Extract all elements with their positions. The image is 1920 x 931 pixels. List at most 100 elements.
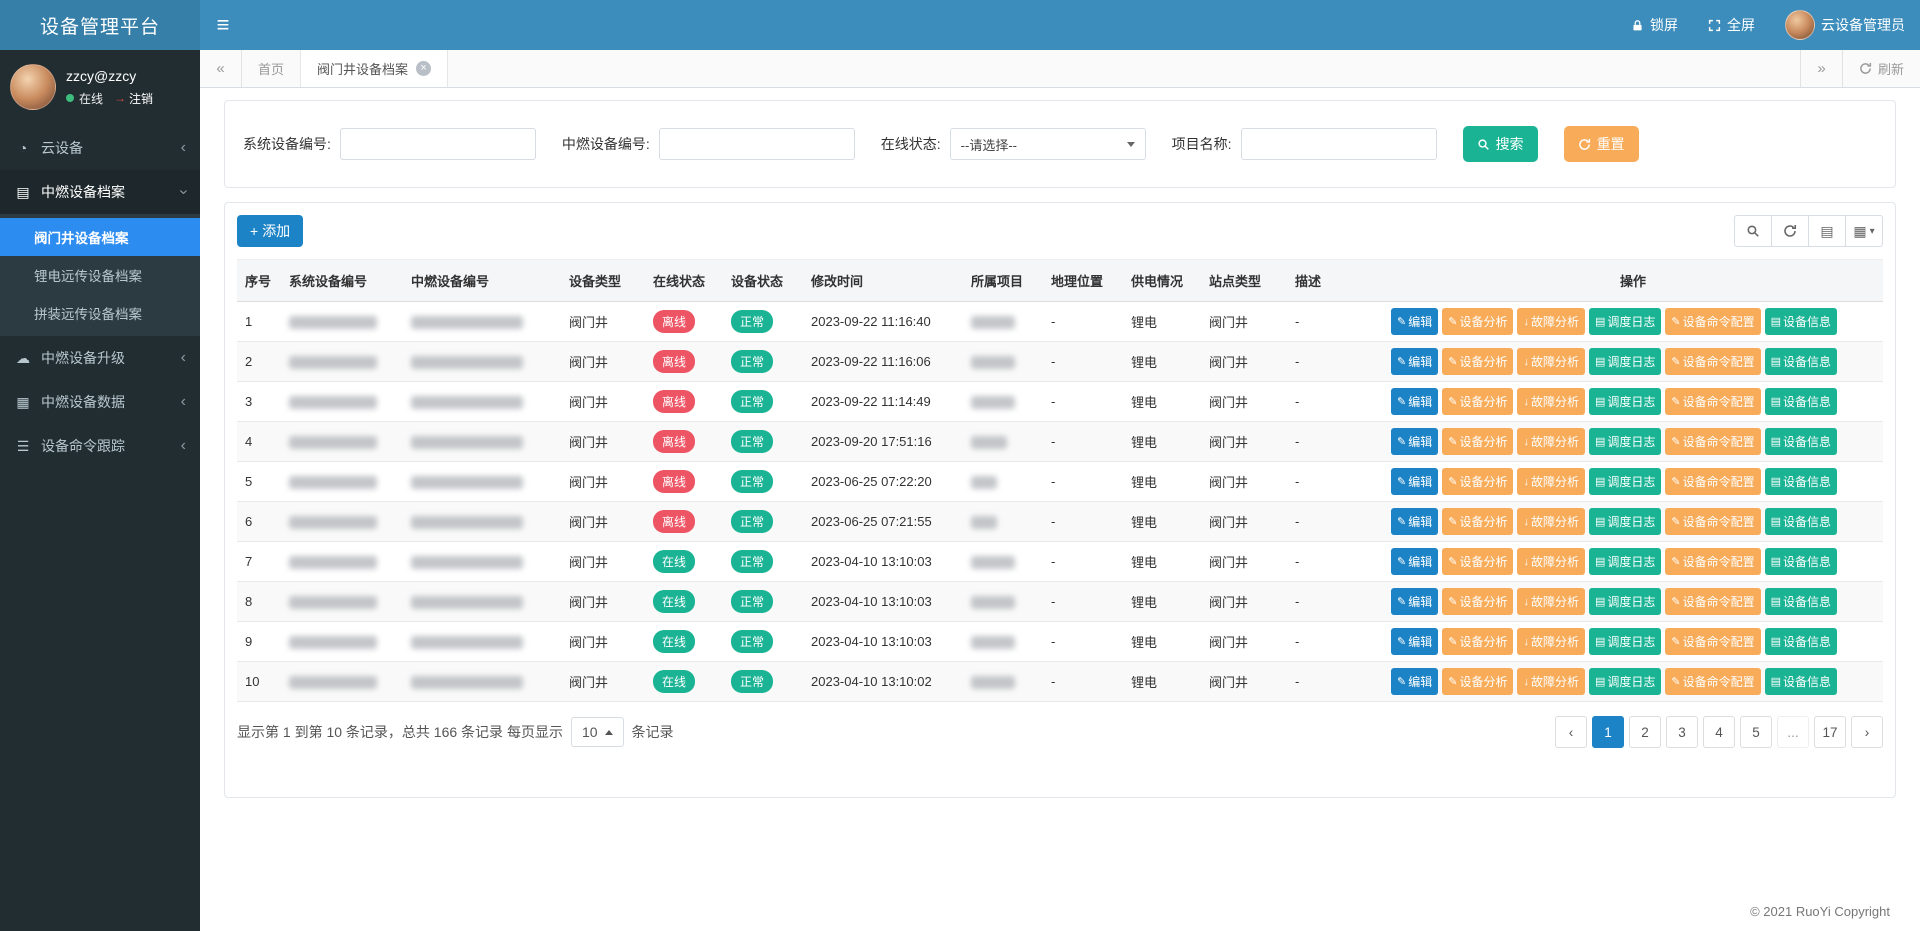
edit-button[interactable]: ✎编辑 bbox=[1391, 588, 1438, 615]
tabs-scroll-left-button[interactable]: « bbox=[200, 50, 242, 87]
fault-analysis-button[interactable]: ↓故障分析 bbox=[1517, 428, 1585, 455]
column-header[interactable]: 设备状态 bbox=[723, 260, 803, 302]
column-header[interactable]: 所属项目 bbox=[963, 260, 1043, 302]
column-header[interactable]: 站点类型 bbox=[1201, 260, 1287, 302]
device-info-button[interactable]: ▤设备信息 bbox=[1765, 468, 1837, 495]
online-status-select[interactable]: --请选择-- bbox=[950, 128, 1146, 160]
device-analysis-button[interactable]: ✎设备分析 bbox=[1442, 668, 1513, 695]
device-command-config-button[interactable]: ✎设备命令配置 bbox=[1665, 668, 1760, 695]
table-search-button[interactable] bbox=[1734, 215, 1772, 247]
pagination-page[interactable]: ... bbox=[1777, 716, 1809, 748]
column-header[interactable]: 修改时间 bbox=[803, 260, 963, 302]
fault-analysis-button[interactable]: ↓故障分析 bbox=[1517, 628, 1585, 655]
fault-analysis-button[interactable]: ↓故障分析 bbox=[1517, 388, 1585, 415]
edit-button[interactable]: ✎编辑 bbox=[1391, 428, 1438, 455]
device-info-button[interactable]: ▤设备信息 bbox=[1765, 348, 1837, 375]
sys-device-id-input[interactable] bbox=[340, 128, 536, 160]
sidebar-item-command-track[interactable]: ☰ 设备命令跟踪 ‹ bbox=[0, 424, 200, 468]
pagination-page[interactable]: 1 bbox=[1592, 716, 1624, 748]
tab-home[interactable]: 首页 bbox=[242, 50, 301, 87]
column-header[interactable]: 在线状态 bbox=[645, 260, 723, 302]
edit-button[interactable]: ✎编辑 bbox=[1391, 628, 1438, 655]
column-header[interactable]: 描述 bbox=[1287, 260, 1383, 302]
dispatch-log-button[interactable]: ▤调度日志 bbox=[1589, 348, 1661, 375]
sidebar-item-device-data[interactable]: ▦ 中燃设备数据 ‹ bbox=[0, 380, 200, 424]
refresh-tab-button[interactable]: 刷新 bbox=[1842, 50, 1920, 87]
table-refresh-button[interactable] bbox=[1771, 215, 1809, 247]
device-info-button[interactable]: ▤设备信息 bbox=[1765, 588, 1837, 615]
device-command-config-button[interactable]: ✎设备命令配置 bbox=[1665, 508, 1760, 535]
device-analysis-button[interactable]: ✎设备分析 bbox=[1442, 388, 1513, 415]
user-menu[interactable]: 云设备管理员 bbox=[1770, 0, 1920, 50]
pagination-next[interactable]: › bbox=[1851, 716, 1883, 748]
dispatch-log-button[interactable]: ▤调度日志 bbox=[1589, 308, 1661, 335]
column-header[interactable]: 供电情况 bbox=[1123, 260, 1201, 302]
sidebar-item-cloud-device[interactable]: ◔ 云设备 ‹ bbox=[0, 126, 200, 170]
column-header[interactable]: 地理位置 bbox=[1043, 260, 1123, 302]
pagination-prev[interactable]: ‹ bbox=[1555, 716, 1587, 748]
edit-button[interactable]: ✎编辑 bbox=[1391, 308, 1438, 335]
fault-analysis-button[interactable]: ↓故障分析 bbox=[1517, 308, 1585, 335]
dispatch-log-button[interactable]: ▤调度日志 bbox=[1589, 668, 1661, 695]
column-header[interactable]: 操作 bbox=[1383, 260, 1883, 302]
page-size-select[interactable]: 10 bbox=[571, 717, 624, 747]
close-icon[interactable]: × bbox=[416, 61, 431, 76]
device-info-button[interactable]: ▤设备信息 bbox=[1765, 388, 1837, 415]
device-analysis-button[interactable]: ✎设备分析 bbox=[1442, 588, 1513, 615]
fullscreen-button[interactable]: 全屏 bbox=[1693, 0, 1770, 50]
device-command-config-button[interactable]: ✎设备命令配置 bbox=[1665, 588, 1760, 615]
tab-valve-well-archive[interactable]: 阀门井设备档案 × bbox=[301, 50, 448, 87]
logout-link[interactable]: → 注销 bbox=[114, 90, 153, 107]
column-header[interactable]: 序号 bbox=[237, 260, 281, 302]
device-command-config-button[interactable]: ✎设备命令配置 bbox=[1665, 548, 1760, 575]
device-info-button[interactable]: ▤设备信息 bbox=[1765, 308, 1837, 335]
dispatch-log-button[interactable]: ▤调度日志 bbox=[1589, 628, 1661, 655]
columns-button[interactable]: ▦ ▾ bbox=[1845, 215, 1883, 247]
mid-device-id-input[interactable] bbox=[659, 128, 855, 160]
sidebar-item-valve-well-archive[interactable]: 阀门井设备档案 bbox=[0, 218, 200, 256]
sidebar-item-lithium-remote-archive[interactable]: 锂电远传设备档案 bbox=[0, 256, 200, 294]
search-button[interactable]: 搜索 bbox=[1463, 126, 1538, 162]
device-analysis-button[interactable]: ✎设备分析 bbox=[1442, 308, 1513, 335]
fault-analysis-button[interactable]: ↓故障分析 bbox=[1517, 508, 1585, 535]
device-info-button[interactable]: ▤设备信息 bbox=[1765, 668, 1837, 695]
edit-button[interactable]: ✎编辑 bbox=[1391, 348, 1438, 375]
reset-button[interactable]: 重置 bbox=[1564, 126, 1639, 162]
fault-analysis-button[interactable]: ↓故障分析 bbox=[1517, 668, 1585, 695]
dispatch-log-button[interactable]: ▤调度日志 bbox=[1589, 428, 1661, 455]
device-info-button[interactable]: ▤设备信息 bbox=[1765, 428, 1837, 455]
edit-button[interactable]: ✎编辑 bbox=[1391, 548, 1438, 575]
project-name-input[interactable] bbox=[1241, 128, 1437, 160]
pagination-page[interactable]: 3 bbox=[1666, 716, 1698, 748]
device-command-config-button[interactable]: ✎设备命令配置 bbox=[1665, 628, 1760, 655]
edit-button[interactable]: ✎编辑 bbox=[1391, 508, 1438, 535]
pagination-page[interactable]: 5 bbox=[1740, 716, 1772, 748]
device-info-button[interactable]: ▤设备信息 bbox=[1765, 508, 1837, 535]
dispatch-log-button[interactable]: ▤调度日志 bbox=[1589, 588, 1661, 615]
device-analysis-button[interactable]: ✎设备分析 bbox=[1442, 348, 1513, 375]
device-info-button[interactable]: ▤设备信息 bbox=[1765, 548, 1837, 575]
sidebar-item-device-archive[interactable]: ▤ 中燃设备档案 ‹ bbox=[0, 170, 200, 214]
column-header[interactable]: 设备类型 bbox=[561, 260, 645, 302]
dispatch-log-button[interactable]: ▤调度日志 bbox=[1589, 468, 1661, 495]
device-analysis-button[interactable]: ✎设备分析 bbox=[1442, 508, 1513, 535]
tabs-scroll-right-button[interactable]: » bbox=[1800, 50, 1842, 87]
pagination-page[interactable]: 17 bbox=[1814, 716, 1846, 748]
sidebar-item-device-upgrade[interactable]: ☁ 中燃设备升级 ‹ bbox=[0, 336, 200, 380]
device-command-config-button[interactable]: ✎设备命令配置 bbox=[1665, 388, 1760, 415]
device-analysis-button[interactable]: ✎设备分析 bbox=[1442, 468, 1513, 495]
edit-button[interactable]: ✎编辑 bbox=[1391, 668, 1438, 695]
pagination-page[interactable]: 2 bbox=[1629, 716, 1661, 748]
dispatch-log-button[interactable]: ▤调度日志 bbox=[1589, 388, 1661, 415]
device-command-config-button[interactable]: ✎设备命令配置 bbox=[1665, 428, 1760, 455]
dispatch-log-button[interactable]: ▤调度日志 bbox=[1589, 508, 1661, 535]
add-button[interactable]: + 添加 bbox=[237, 215, 303, 247]
app-logo[interactable]: 设备管理平台 bbox=[0, 0, 200, 50]
device-analysis-button[interactable]: ✎设备分析 bbox=[1442, 548, 1513, 575]
device-info-button[interactable]: ▤设备信息 bbox=[1765, 628, 1837, 655]
pagination-page[interactable]: 4 bbox=[1703, 716, 1735, 748]
sidebar-item-assembled-remote-archive[interactable]: 拼装远传设备档案 bbox=[0, 294, 200, 332]
device-analysis-button[interactable]: ✎设备分析 bbox=[1442, 428, 1513, 455]
sidebar-toggle-button[interactable]: ≡ bbox=[200, 0, 246, 50]
device-command-config-button[interactable]: ✎设备命令配置 bbox=[1665, 348, 1760, 375]
